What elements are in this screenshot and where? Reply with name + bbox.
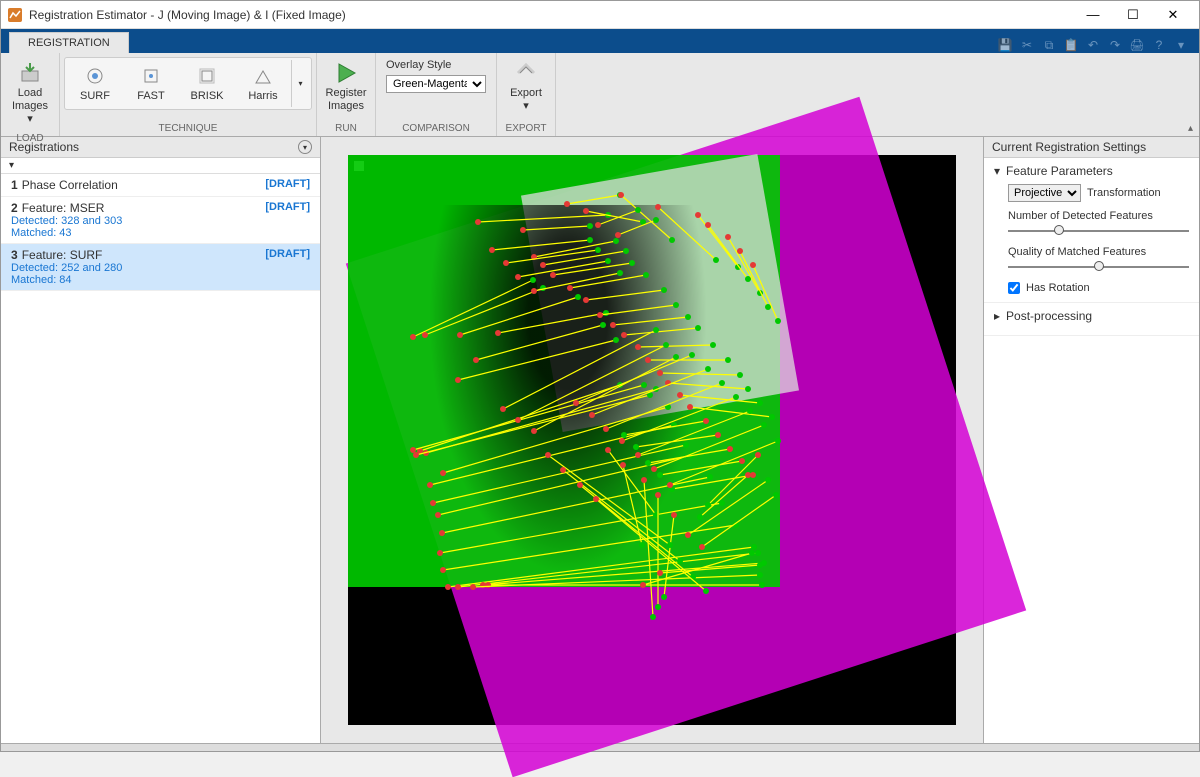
print-icon[interactable]: 🖨 bbox=[1129, 37, 1145, 53]
technique-surf-button[interactable]: SURF bbox=[67, 60, 123, 107]
technique-fast-button[interactable]: FAST bbox=[123, 60, 179, 107]
load-images-label: Load Images ▾ bbox=[11, 87, 49, 127]
help-icon[interactable]: ? bbox=[1151, 37, 1167, 53]
brisk-icon bbox=[195, 64, 219, 88]
technique-harris-button[interactable]: Harris bbox=[235, 60, 291, 107]
group-export-label: EXPORT bbox=[501, 121, 551, 136]
group-load-label: LOAD bbox=[5, 131, 55, 146]
group-comparison-label: COMPARISON bbox=[380, 121, 492, 136]
surf-icon bbox=[83, 64, 107, 88]
technique-brisk-button[interactable]: BRISK bbox=[179, 60, 235, 107]
redo-icon[interactable]: ↷ bbox=[1107, 37, 1123, 53]
postprocessing-header[interactable]: ▸ Post-processing bbox=[994, 309, 1189, 323]
load-images-icon bbox=[18, 61, 42, 85]
panel-collapse-toggle[interactable]: ▾ bbox=[1, 158, 320, 174]
quality-matched-slider[interactable] bbox=[1008, 260, 1189, 274]
registration-item-1[interactable]: 1Phase Correlation [DRAFT] bbox=[1, 174, 320, 197]
menu-dropdown-icon[interactable]: ▾ bbox=[1173, 37, 1189, 53]
group-technique-label: TECHNIQUE bbox=[64, 121, 312, 136]
group-run-label: RUN bbox=[321, 121, 371, 136]
run-icon bbox=[334, 61, 358, 85]
quick-access-toolbar: 💾 ✂ ⧉ 📋 ↶ ↷ 🖨 ? ▾ bbox=[997, 37, 1199, 53]
quality-matched-label: Quality of Matched Features bbox=[1008, 246, 1189, 258]
overlay-style-select[interactable]: Green-Magenta bbox=[386, 75, 486, 93]
harris-icon bbox=[251, 64, 275, 88]
close-button[interactable]: ✕ bbox=[1153, 3, 1193, 27]
window-title: Registration Estimator - J (Moving Image… bbox=[29, 8, 1073, 22]
register-images-button[interactable]: Register Images bbox=[321, 57, 371, 117]
undo-icon[interactable]: ↶ bbox=[1085, 37, 1101, 53]
num-detected-slider[interactable] bbox=[1008, 224, 1189, 238]
image-subject-silhouette bbox=[428, 205, 708, 575]
panel-menu-icon[interactable]: ▾ bbox=[298, 140, 312, 154]
cut-icon[interactable]: ✂ bbox=[1019, 37, 1035, 53]
has-rotation-checkbox[interactable] bbox=[1008, 282, 1020, 294]
expand-icon: ▸ bbox=[994, 309, 1000, 323]
export-icon bbox=[514, 61, 538, 85]
settings-panel-title: Current Registration Settings bbox=[992, 140, 1146, 154]
ribbon-collapse-icon[interactable]: ▴ bbox=[1188, 123, 1193, 134]
export-button[interactable]: Export ▾ bbox=[501, 57, 551, 117]
settings-panel: Current Registration Settings ▾ Feature … bbox=[983, 137, 1199, 743]
num-detected-label: Number of Detected Features bbox=[1008, 210, 1189, 222]
collapse-icon: ▾ bbox=[994, 164, 1000, 178]
registrations-panel: Registrations ▾ ▾ 1Phase Correlation [DR… bbox=[1, 137, 321, 743]
minimize-button[interactable]: — bbox=[1073, 3, 1113, 27]
technique-dropdown[interactable]: ▾ bbox=[291, 60, 309, 107]
registration-item-2[interactable]: 2Feature: MSER [DRAFT] Detected: 328 and… bbox=[1, 197, 320, 244]
has-rotation-label: Has Rotation bbox=[1026, 282, 1090, 294]
feature-parameters-header[interactable]: ▾ Feature Parameters bbox=[994, 164, 1189, 178]
load-images-button[interactable]: Load Images ▾ bbox=[5, 57, 55, 131]
image-viewer[interactable] bbox=[321, 137, 983, 743]
fast-icon bbox=[139, 64, 163, 88]
export-label: Export ▾ bbox=[507, 87, 545, 113]
transformation-select[interactable]: Projective bbox=[1008, 184, 1081, 202]
register-images-label: Register Images bbox=[326, 87, 367, 113]
titlebar: Registration Estimator - J (Moving Image… bbox=[1, 1, 1199, 29]
app-icon bbox=[7, 7, 23, 23]
ribbon-tabstrip: REGISTRATION 💾 ✂ ⧉ 📋 ↶ ↷ 🖨 ? ▾ bbox=[1, 29, 1199, 53]
paste-icon[interactable]: 📋 bbox=[1063, 37, 1079, 53]
tab-registration[interactable]: REGISTRATION bbox=[9, 32, 129, 53]
copy-icon[interactable]: ⧉ bbox=[1041, 37, 1057, 53]
ribbon: Load Images ▾ LOAD SURF FAST bbox=[1, 53, 1199, 137]
overlay-style-label: Overlay Style bbox=[386, 59, 486, 71]
registration-item-3[interactable]: 3Feature: SURF [DRAFT] Detected: 252 and… bbox=[1, 244, 320, 291]
save-icon[interactable]: 💾 bbox=[997, 37, 1013, 53]
maximize-button[interactable]: ☐ bbox=[1113, 3, 1153, 27]
transformation-label: Transformation bbox=[1087, 187, 1161, 199]
